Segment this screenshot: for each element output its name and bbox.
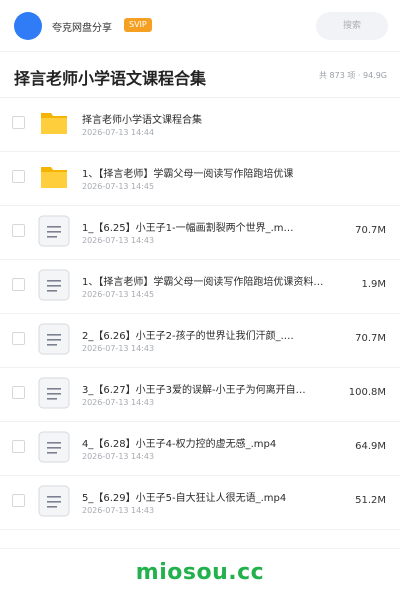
- file-row[interactable]: 择言老师小学语文课程合集 2026-07-13 14:44: [0, 98, 400, 152]
- file-date: 2026-07-13 14:43: [82, 452, 155, 461]
- file-name[interactable]: 1_【6.25】小王子1-一幅画割裂两个世界_.m…: [82, 219, 338, 234]
- top-bar: 夸克网盘分享 SVIP 搜索: [0, 0, 400, 52]
- file-size: 100.8M: [348, 387, 386, 398]
- app-name: 夸克网盘分享: [52, 23, 112, 34]
- file-icon: [38, 485, 70, 517]
- file-name[interactable]: 1、【择言老师】学霸父母一阅读写作陪跑培优课资料…: [82, 273, 338, 288]
- divider: [0, 548, 400, 549]
- search-input[interactable]: 搜索: [316, 12, 388, 40]
- folder-icon: [38, 107, 70, 139]
- file-date: 2026-07-13 14:45: [82, 290, 155, 299]
- file-date: 2026-07-13 14:45: [82, 182, 155, 191]
- avatar[interactable]: [14, 12, 42, 40]
- file-row[interactable]: 1、【择言老师】学霸父母一阅读写作陪跑培优课 2026-07-13 14:45: [0, 152, 400, 206]
- file-icon: [38, 269, 70, 301]
- file-row[interactable]: 4_【6.28】小王子4-权力控的虚无感_.mp4 2026-07-13 14:4…: [0, 422, 400, 476]
- row-checkbox[interactable]: [12, 386, 25, 399]
- file-name[interactable]: 4_【6.28】小王子4-权力控的虚无感_.mp4: [82, 435, 338, 450]
- row-checkbox[interactable]: [12, 224, 25, 237]
- row-checkbox[interactable]: [12, 116, 25, 129]
- folder-icon: [38, 161, 70, 193]
- file-icon: [38, 323, 70, 355]
- file-size: 1.9M: [361, 279, 386, 290]
- file-row[interactable]: 2_【6.26】小王子2-孩子的世界让我们汗颜_.… 2026-07-13 14:…: [0, 314, 400, 368]
- row-checkbox[interactable]: [12, 278, 25, 291]
- file-name[interactable]: 2_【6.26】小王子2-孩子的世界让我们汗颜_.…: [82, 327, 338, 342]
- file-date: 2026-07-13 14:43: [82, 398, 155, 407]
- row-checkbox[interactable]: [12, 170, 25, 183]
- file-date: 2026-07-13 14:44: [82, 128, 155, 137]
- file-row[interactable]: 1_【6.25】小王子1-一幅画割裂两个世界_.m… 2026-07-13 14:…: [0, 206, 400, 260]
- file-date: 2026-07-13 14:43: [82, 236, 155, 245]
- item-summary: 共 873 项 · 94.9G: [319, 71, 387, 80]
- file-size: 51.2M: [355, 495, 386, 506]
- file-size: 70.7M: [355, 225, 386, 236]
- file-icon: [38, 377, 70, 409]
- page-title: 择言老师小学语文课程合集: [14, 69, 207, 88]
- file-row[interactable]: 5_【6.29】小王子5-自大狂让人很无语_.mp4 2026-07-13 14:…: [0, 476, 400, 530]
- svip-badge[interactable]: SVIP: [124, 18, 152, 32]
- file-size: 64.9M: [355, 441, 386, 452]
- file-icon: [38, 431, 70, 463]
- file-size: 70.7M: [355, 333, 386, 344]
- file-date: 2026-07-13 14:43: [82, 344, 155, 353]
- file-row[interactable]: 3_【6.27】小王子3爱的误解-小王子为何离开自… 2026-07-13 14:…: [0, 368, 400, 422]
- file-date: 2026-07-13 14:43: [82, 506, 155, 515]
- file-name[interactable]: 5_【6.29】小王子5-自大狂让人很无语_.mp4: [82, 489, 338, 504]
- file-name[interactable]: 1、【择言老师】学霸父母一阅读写作陪跑培优课: [82, 165, 338, 180]
- row-checkbox[interactable]: [12, 440, 25, 453]
- watermark-brand: miosou.cc: [135, 560, 265, 585]
- file-list: 择言老师小学语文课程合集 2026-07-13 14:44 1、【择言老师】学霸父母…: [0, 98, 400, 530]
- folder-header: 择言老师小学语文课程合集 共 873 项 · 94.9G: [0, 52, 400, 98]
- file-icon: [38, 215, 70, 247]
- file-row[interactable]: 1、【择言老师】学霸父母一阅读写作陪跑培优课资料… 2026-07-13 14:4…: [0, 260, 400, 314]
- row-checkbox[interactable]: [12, 494, 25, 507]
- row-checkbox[interactable]: [12, 332, 25, 345]
- file-name[interactable]: 择言老师小学语文课程合集: [82, 111, 338, 126]
- file-name[interactable]: 3_【6.27】小王子3爱的误解-小王子为何离开自…: [82, 381, 338, 396]
